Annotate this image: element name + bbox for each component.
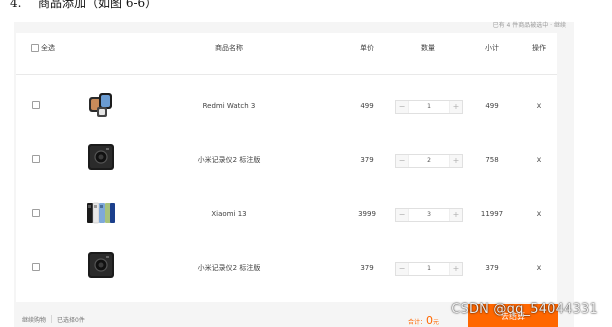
header-subtotal: 小计 xyxy=(485,44,499,52)
heading-number: 4. xyxy=(10,0,22,10)
table-row: 小米记录仪2 标注版 379 − 2 + 758 x xyxy=(16,130,557,184)
watermark: CSDN @qq_54044331 xyxy=(451,302,598,317)
unit-price: 379 xyxy=(360,156,374,164)
select-all-label: 全选 xyxy=(41,44,55,52)
cart-table: 全选 商品名称 单价 数量 小计 操作 Redmi Watch 3 499 − xyxy=(16,33,557,302)
total-amount: 合计：0元 xyxy=(408,314,439,327)
topbar-hint: 已有 4 件商品被选中 · 继续 xyxy=(492,22,566,29)
increase-button[interactable]: + xyxy=(449,263,462,275)
quantity-stepper: − 1 + xyxy=(395,100,463,114)
subtotal: 379 xyxy=(485,264,499,272)
select-all-checkbox[interactable] xyxy=(31,44,39,52)
increase-button[interactable]: + xyxy=(449,209,462,221)
quantity-value[interactable]: 2 xyxy=(409,155,449,167)
decrease-button[interactable]: − xyxy=(396,209,409,221)
quantity-value[interactable]: 1 xyxy=(409,101,449,113)
table-row: 小米记录仪2 标注版 379 − 1 + 379 x xyxy=(16,238,557,292)
dashcam-image xyxy=(88,144,114,170)
unit-price: 499 xyxy=(360,102,374,110)
total-label: 合计： xyxy=(408,319,427,326)
divider xyxy=(51,315,53,323)
select-all[interactable]: 全选 xyxy=(31,43,55,53)
row-checkbox[interactable] xyxy=(32,209,40,217)
delete-button[interactable]: x xyxy=(537,76,542,130)
header-name: 商品名称 xyxy=(215,44,243,52)
table-row: Redmi Watch 3 499 − 1 + 499 x xyxy=(16,76,557,130)
quantity-stepper: − 1 + xyxy=(395,262,463,276)
cart-panel: 已有 4 件商品被选中 · 继续 全选 商品名称 单价 数量 小计 操作 Red… xyxy=(14,22,574,327)
dashcam-image xyxy=(88,252,114,278)
smartwatch-image xyxy=(89,93,112,117)
decrease-button[interactable]: − xyxy=(396,155,409,167)
subtotal: 758 xyxy=(485,156,499,164)
selected-count: 已选择0件 xyxy=(57,317,85,324)
subtotal: 499 xyxy=(485,102,499,110)
delete-button[interactable]: x xyxy=(537,184,542,238)
product-name[interactable]: Redmi Watch 3 xyxy=(203,76,256,130)
quantity-value[interactable]: 3 xyxy=(409,209,449,221)
row-checkbox[interactable] xyxy=(32,263,40,271)
header-price: 单价 xyxy=(360,44,374,52)
row-checkbox[interactable] xyxy=(32,101,40,109)
quantity-stepper: − 2 + xyxy=(395,154,463,168)
unit-price: 3999 xyxy=(358,210,376,218)
continue-shopping-link[interactable]: 继续购物 xyxy=(22,317,46,324)
header-quantity: 数量 xyxy=(421,44,435,52)
unit-price: 379 xyxy=(360,264,374,272)
table-header: 全选 商品名称 单价 数量 小计 操作 xyxy=(16,33,557,75)
product-name[interactable]: 小米记录仪2 标注版 xyxy=(198,238,261,292)
subtotal: 11997 xyxy=(480,210,504,218)
decrease-button[interactable]: − xyxy=(396,101,409,113)
phones-image xyxy=(87,202,115,224)
product-name[interactable]: 小米记录仪2 标注版 xyxy=(198,130,261,184)
table-row: Xiaomi 13 3999 − 3 + 11997 x xyxy=(16,184,557,238)
total-value: 0 xyxy=(426,314,434,327)
increase-button[interactable]: + xyxy=(449,155,462,167)
decrease-button[interactable]: − xyxy=(396,263,409,275)
quantity-stepper: − 3 + xyxy=(395,208,463,222)
delete-button[interactable]: x xyxy=(537,130,542,184)
heading-text: 商品添加（如图 6-6） xyxy=(38,0,158,10)
quantity-value[interactable]: 1 xyxy=(409,263,449,275)
increase-button[interactable]: + xyxy=(449,101,462,113)
document-heading: 4. 商品添加（如图 6-6） xyxy=(10,0,157,12)
product-name[interactable]: Xiaomi 13 xyxy=(211,184,246,238)
delete-button[interactable]: x xyxy=(537,238,542,292)
footer-left: 继续购物 已选择0件 xyxy=(22,314,85,327)
total-unit: 元 xyxy=(433,319,440,326)
header-action: 操作 xyxy=(532,44,546,52)
row-checkbox[interactable] xyxy=(32,155,40,163)
